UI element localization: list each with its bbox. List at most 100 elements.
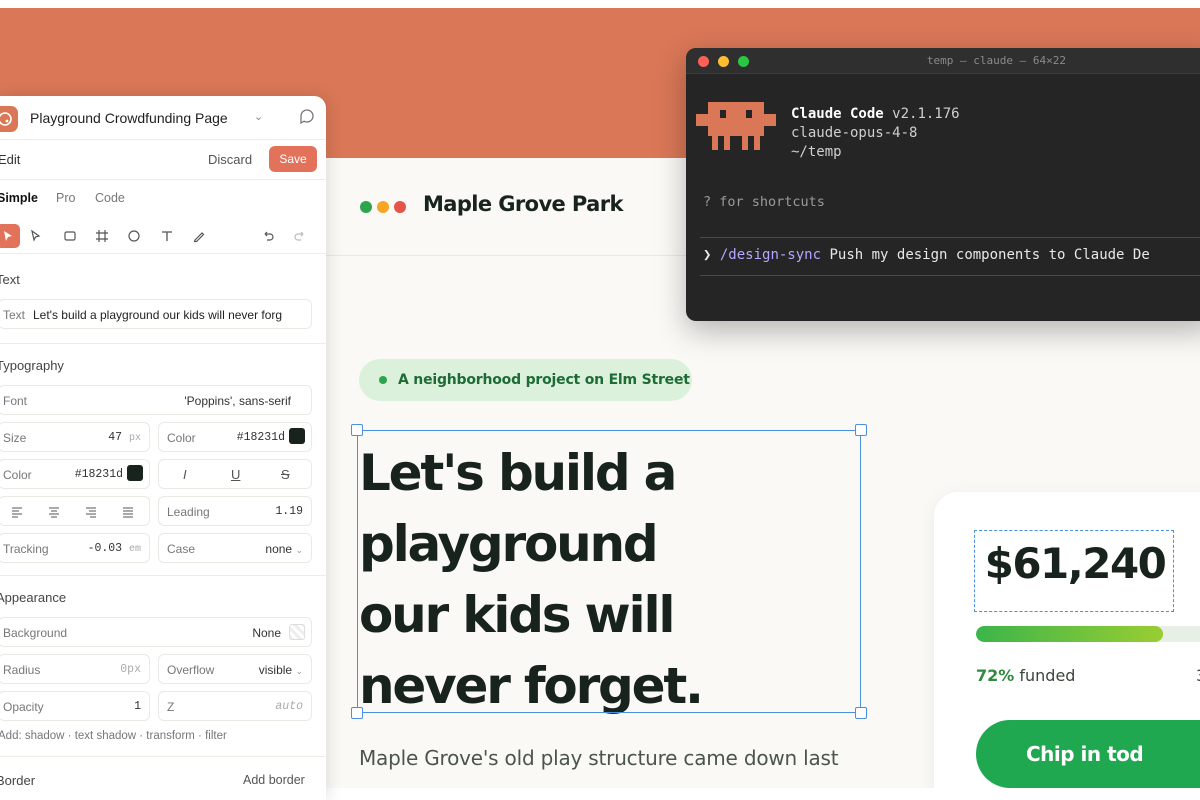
align-center-icon[interactable] bbox=[48, 506, 60, 518]
color-value-wrap: #18231d bbox=[237, 428, 305, 444]
text-style-toggles: I U S bbox=[158, 459, 312, 489]
command-text: Push my design components to Claude De bbox=[829, 247, 1150, 263]
background-field[interactable]: Background None bbox=[0, 617, 312, 647]
resize-handle-bottom-right[interactable] bbox=[855, 707, 867, 719]
selection-box[interactable] bbox=[351, 424, 867, 719]
color2-label: Color bbox=[3, 468, 32, 482]
add-border-button[interactable]: Add border bbox=[243, 773, 305, 787]
select-tool-icon[interactable] bbox=[0, 224, 20, 248]
text-field-label: Text bbox=[3, 308, 26, 322]
funding-progress-fill bbox=[976, 626, 1164, 642]
font-field[interactable]: Font 'Poppins', sans-serif bbox=[0, 385, 312, 415]
redo-icon[interactable] bbox=[288, 224, 312, 248]
tracking-unit: em bbox=[128, 544, 141, 555]
size-field[interactable]: Size 47 px bbox=[0, 422, 150, 452]
radius-label: Radius bbox=[3, 663, 41, 677]
top-strip bbox=[0, 0, 1200, 8]
funding-progress-track bbox=[976, 626, 1200, 642]
section-label-text: Text bbox=[0, 272, 20, 287]
chip-in-button[interactable]: Chip in tod bbox=[976, 720, 1200, 788]
z-value: auto bbox=[275, 700, 303, 713]
color2-value-wrap: #18231d bbox=[75, 465, 143, 481]
prompt-chevron-icon: ❯ bbox=[703, 247, 712, 263]
neighborhood-pill[interactable]: A neighborhood project on Elm Street bbox=[359, 359, 692, 401]
frame-tool-icon[interactable] bbox=[90, 224, 114, 248]
logo-dot-yellow bbox=[377, 201, 389, 213]
leading-value: 1.19 bbox=[275, 505, 303, 518]
funded-label: 72% funded bbox=[976, 666, 1075, 685]
logo-dot-green bbox=[360, 201, 372, 213]
text-field-value: Let's build a playground our kids will n… bbox=[33, 308, 283, 322]
text-tool-icon[interactable] bbox=[155, 224, 179, 248]
funded-percent: 72% bbox=[976, 666, 1015, 685]
overflow-field[interactable]: Overflow visible ⌄ bbox=[158, 654, 312, 684]
opacity-field[interactable]: Opacity 1 bbox=[0, 691, 150, 721]
slash-command: /design-sync bbox=[719, 247, 822, 263]
radius-field[interactable]: Radius 0px bbox=[0, 654, 150, 684]
amount-hover-outline[interactable]: $61,240 bbox=[974, 530, 1174, 612]
ellipse-tool-icon[interactable] bbox=[122, 224, 146, 248]
align-right-icon[interactable] bbox=[85, 506, 97, 518]
project-name[interactable]: Playground Crowdfunding Page bbox=[30, 110, 228, 126]
background-value: None bbox=[252, 626, 281, 640]
resize-handle-top-right[interactable] bbox=[855, 424, 867, 436]
italic-button[interactable]: I bbox=[183, 467, 187, 482]
case-value-wrap: none ⌄ bbox=[265, 542, 303, 556]
app-version: v2.1.176 bbox=[892, 106, 960, 122]
rectangle-tool-icon[interactable] bbox=[58, 224, 82, 248]
leading-field[interactable]: Leading 1.19 bbox=[158, 496, 312, 526]
terminal-title: temp — claude — 64×22 bbox=[926, 54, 1066, 67]
size-value-wrap: 47 px bbox=[108, 431, 141, 444]
size-label: Size bbox=[3, 431, 27, 445]
resize-handle-bottom-left[interactable] bbox=[351, 707, 363, 719]
transparent-swatch-icon[interactable] bbox=[289, 624, 305, 640]
pill-dot-icon bbox=[379, 376, 387, 384]
funding-amount: $61,240 bbox=[984, 539, 1167, 588]
direct-select-tool-icon[interactable] bbox=[24, 224, 48, 248]
leading-label: Leading bbox=[167, 505, 210, 519]
design-editor-panel: Playground Crowdfunding Page ⌄ Edit Disc… bbox=[0, 96, 326, 800]
resize-handle-top-left[interactable] bbox=[351, 424, 363, 436]
lead-paragraph[interactable]: Maple Grove's old play structure came do… bbox=[359, 746, 879, 770]
prompt-divider-top bbox=[700, 237, 1200, 238]
pen-tool-icon[interactable] bbox=[187, 224, 211, 248]
underline-button[interactable]: U bbox=[231, 467, 240, 482]
save-button[interactable]: Save bbox=[269, 146, 317, 172]
working-directory: ~/temp bbox=[791, 144, 842, 160]
tracking-field[interactable]: Tracking -0.03 em bbox=[0, 533, 150, 563]
tab-pro[interactable]: Pro bbox=[56, 191, 75, 205]
undo-icon[interactable] bbox=[256, 224, 280, 248]
font-value: 'Poppins', sans-serif bbox=[184, 394, 291, 408]
color-field-2[interactable]: Color #18231d bbox=[0, 459, 150, 489]
terminal-window[interactable]: temp — claude — 64×22 Claude Code v2.1.1… bbox=[686, 48, 1200, 321]
section-divider bbox=[0, 756, 326, 757]
comment-icon[interactable] bbox=[298, 108, 316, 126]
site-title[interactable]: Maple Grove Park bbox=[423, 192, 623, 216]
tool-bar bbox=[0, 218, 326, 254]
align-left-icon[interactable] bbox=[11, 506, 23, 518]
overflow-chevron-down-icon: ⌄ bbox=[295, 666, 303, 676]
color-swatch[interactable] bbox=[289, 428, 305, 444]
funding-card: $61,240 72% funded 3 Chip in tod bbox=[934, 492, 1200, 788]
section-label-typography: Typography bbox=[0, 358, 64, 373]
background-label: Background bbox=[3, 626, 68, 640]
opacity-value: 1 bbox=[134, 700, 141, 713]
tab-simple[interactable]: Simple bbox=[0, 191, 38, 205]
chevron-down-icon[interactable]: ⌄ bbox=[254, 110, 263, 123]
palette-icon[interactable] bbox=[0, 106, 18, 132]
text-content-field[interactable]: Text Let's build a playground our kids w… bbox=[0, 299, 312, 329]
terminal-titlebar[interactable]: temp — claude — 64×22 bbox=[686, 48, 1200, 74]
prompt-input[interactable]: ❯ /design-sync Push my design components… bbox=[703, 247, 1150, 263]
tab-code[interactable]: Code bbox=[95, 191, 125, 205]
case-field[interactable]: Case none ⌄ bbox=[158, 533, 312, 563]
add-effects-links[interactable]: Add: shadow · text shadow · transform · … bbox=[0, 730, 227, 742]
tracking-value-wrap: -0.03 em bbox=[88, 542, 141, 555]
align-justify-icon[interactable] bbox=[122, 506, 134, 518]
color2-swatch[interactable] bbox=[127, 465, 143, 481]
strikethrough-button[interactable]: S bbox=[281, 467, 290, 482]
radius-value: 0px bbox=[120, 663, 141, 676]
discard-button[interactable]: Discard bbox=[208, 152, 252, 167]
z-index-field[interactable]: Z auto bbox=[158, 691, 312, 721]
overflow-value-wrap: visible ⌄ bbox=[259, 663, 303, 677]
color-field[interactable]: Color #18231d bbox=[158, 422, 312, 452]
